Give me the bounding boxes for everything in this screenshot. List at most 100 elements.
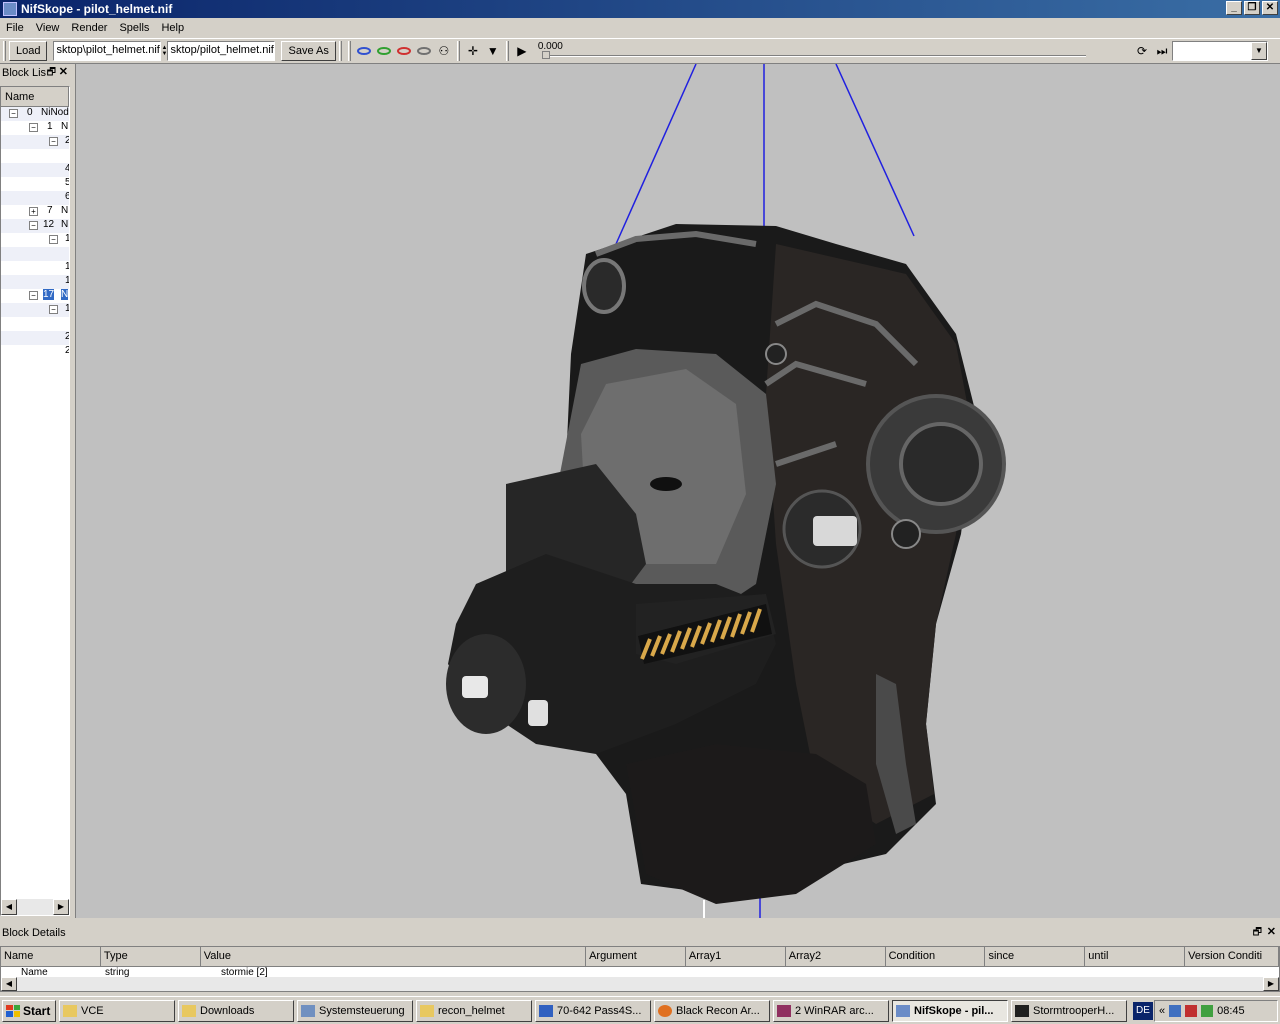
toolbar-grip-2[interactable] (338, 41, 342, 61)
col-argument[interactable]: Argument (586, 947, 686, 967)
maximize-button[interactable]: ❐ (1244, 1, 1260, 15)
animation-time-slider[interactable]: 0.000 (536, 41, 1086, 61)
collapse-icon[interactable]: − (49, 305, 58, 314)
collapse-icon[interactable]: − (49, 137, 58, 146)
network-icon[interactable] (1169, 1005, 1182, 1017)
collapse-icon[interactable]: − (29, 221, 38, 230)
walk-icon[interactable]: ⚇ (434, 41, 454, 61)
scroll-right-icon[interactable]: ▶ (1263, 977, 1279, 991)
toolbar-grip[interactable] (3, 41, 6, 61)
task-vce[interactable]: VCE (59, 999, 175, 1022)
load-path-input[interactable]: sktop\pilot_helmet.nif (53, 41, 162, 61)
col-condition[interactable]: Condition (885, 947, 986, 967)
tree-row[interactable] (1, 317, 69, 331)
minimize-button[interactable]: _ (1226, 1, 1242, 15)
close-icon[interactable]: ✕ (1267, 925, 1276, 938)
details-horizontal-scrollbar[interactable]: ◀ ▶ (1, 977, 1279, 991)
col-until[interactable]: until (1085, 947, 1186, 967)
scroll-right-icon[interactable]: ▶ (53, 899, 69, 915)
axes-icon[interactable]: ✛ (463, 41, 483, 61)
tree-row[interactable]: 4 (1, 163, 69, 177)
menu-render[interactable]: Render (65, 22, 113, 34)
toolbar-grip-3[interactable] (347, 41, 351, 61)
tree-row[interactable] (1, 149, 69, 163)
block-tree[interactable]: Name −0NiNod−1N−2456+7N−12N−111−17N−122 … (0, 86, 70, 916)
task-winrar[interactable]: 2 WinRAR arc... (773, 999, 889, 1022)
tree-row[interactable]: 2 (1, 331, 69, 345)
tree-horizontal-scrollbar[interactable]: ◀ ▶ (1, 899, 69, 915)
close-icon[interactable]: ✕ (59, 65, 68, 78)
col-version-condition[interactable]: Version Conditi (1185, 947, 1279, 967)
main-toolbar: Load sktop\pilot_helmet.nif ▲ ▼ sktop/pil… (0, 38, 1280, 64)
tree-row[interactable]: −17 N (1, 289, 69, 303)
close-button[interactable]: ✕ (1262, 1, 1278, 15)
save-as-button[interactable]: Save As (281, 41, 336, 61)
menu-file[interactable]: File (0, 22, 30, 34)
view-red-eye-icon[interactable] (394, 41, 414, 61)
tray-expand-icon[interactable]: « (1159, 1005, 1165, 1017)
tree-row[interactable]: 5 (1, 177, 69, 191)
3d-viewport[interactable] (75, 64, 1280, 918)
slider-thumb[interactable] (541, 51, 550, 59)
language-indicator[interactable]: DE (1133, 1001, 1153, 1020)
collapse-icon[interactable]: − (9, 109, 18, 118)
col-array2[interactable]: Array2 (785, 947, 886, 967)
scroll-left-icon[interactable]: ◀ (1, 977, 17, 991)
col-value[interactable]: Value (200, 947, 587, 967)
block-label: NiNod (41, 107, 69, 118)
task-downloads[interactable]: Downloads (178, 999, 294, 1022)
tree-row[interactable]: −1 (1, 233, 69, 247)
task-nifskope[interactable]: NifSkope - pil... (892, 999, 1008, 1022)
tree-row[interactable]: −2 (1, 135, 69, 149)
expand-icon[interactable]: + (29, 207, 38, 216)
switch-icon[interactable]: ⏭ (1152, 41, 1172, 61)
view-blue-eye-icon[interactable] (354, 41, 374, 61)
load-button[interactable]: Load (9, 41, 48, 61)
tree-row[interactable]: 1 (1, 275, 69, 289)
collapse-icon[interactable]: − (49, 235, 58, 244)
block-label: N (61, 219, 69, 230)
details-table[interactable]: Name Type Value Argument Array1 Array2 C… (0, 946, 1280, 992)
tree-row[interactable]: +7 N (1, 205, 69, 219)
start-button[interactable]: Start (2, 999, 56, 1022)
animation-select[interactable]: ▼ (1172, 41, 1268, 61)
task-stormtrooper[interactable]: StormtrooperH... (1011, 999, 1127, 1022)
col-since[interactable]: since (985, 947, 1086, 967)
task-systemsteuerung[interactable]: Systemsteuerung (297, 999, 413, 1022)
float-icon[interactable]: 🗗 (1253, 925, 1262, 942)
menu-spells[interactable]: Spells (113, 22, 155, 34)
scroll-left-icon[interactable]: ◀ (1, 899, 17, 915)
tree-row[interactable] (1, 247, 69, 261)
block-list-panel: Block Lis 🗗 ✕ Name −0NiNod−1N−2456+7N−12… (0, 64, 72, 918)
play-icon[interactable]: ▶ (512, 41, 532, 61)
messenger-icon[interactable] (1201, 1005, 1214, 1017)
task-black-recon[interactable]: Black Recon Ar... (654, 999, 770, 1022)
col-array1[interactable]: Array1 (685, 947, 786, 967)
tree-row[interactable]: −1 (1, 303, 69, 317)
float-icon[interactable]: 🗗 (47, 65, 56, 82)
loop-icon[interactable]: ⟳ (1132, 41, 1152, 61)
view-grey-eye-icon[interactable] (414, 41, 434, 61)
task-recon-helmet[interactable]: recon_helmet (416, 999, 532, 1022)
nifskope-app-icon (3, 2, 17, 16)
task-pass4s[interactable]: 70-642 Pass4S... (535, 999, 651, 1022)
view-green-eye-icon[interactable] (374, 41, 394, 61)
tree-row[interactable]: −0 NiNod (1, 107, 69, 121)
tree-row[interactable]: 6 (1, 191, 69, 205)
col-type[interactable]: Type (100, 947, 201, 967)
tree-row[interactable]: −1 N (1, 121, 69, 135)
tree-row[interactable]: 2 (1, 345, 69, 359)
dropdown-arrow-icon[interactable]: ▼ (483, 41, 503, 61)
tree-column-header[interactable]: Name (1, 87, 69, 107)
collapse-icon[interactable]: − (29, 123, 38, 132)
collapse-icon[interactable]: − (29, 291, 38, 300)
menu-help[interactable]: Help (155, 22, 190, 34)
toolbar-grip-4[interactable] (456, 41, 460, 61)
menu-view[interactable]: View (30, 22, 66, 34)
col-name[interactable]: Name (1, 947, 101, 967)
toolbar-grip-5[interactable] (505, 41, 509, 61)
save-path-input[interactable]: sktop/pilot_helmet.nif (167, 41, 276, 61)
tree-row[interactable]: −12 N (1, 219, 69, 233)
tree-row[interactable]: 1 (1, 261, 69, 275)
security-shield-icon[interactable] (1185, 1005, 1198, 1017)
